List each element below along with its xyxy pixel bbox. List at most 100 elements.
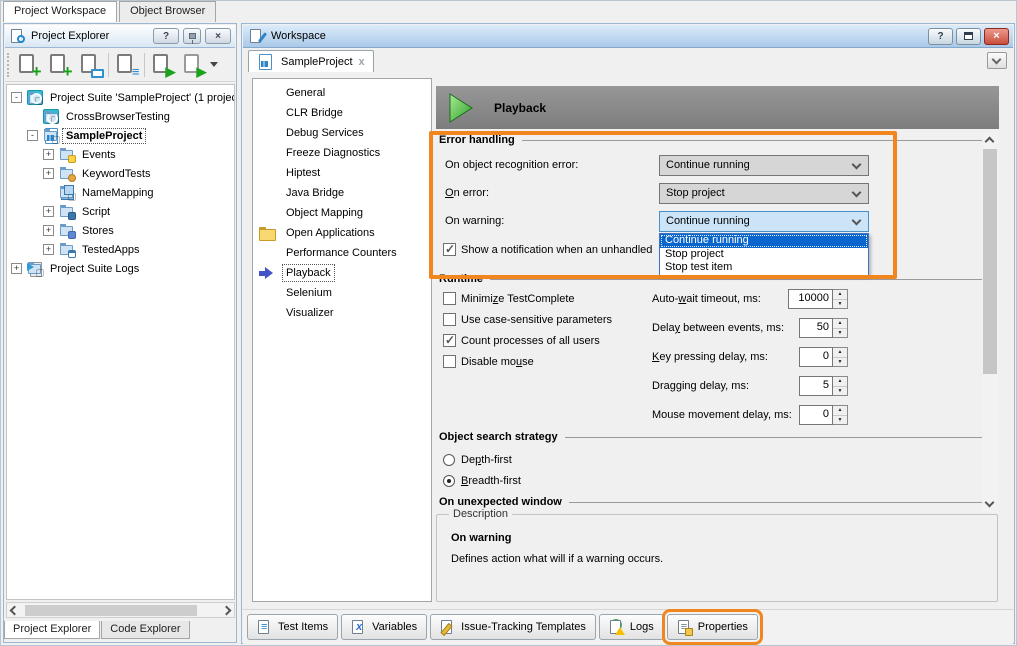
category-item[interactable]: Open Applications — [253, 223, 431, 243]
checkbox-row[interactable]: Disable mouse — [443, 355, 612, 368]
horizontal-scrollbar[interactable] — [6, 602, 235, 618]
on-warning-combobox[interactable]: Continue running — [659, 211, 869, 232]
tree-item[interactable]: + Project Suite Logs — [7, 259, 234, 278]
checkbox-row[interactable]: Use case-sensitive parameters — [443, 313, 612, 326]
category-item[interactable]: Freeze Diagnostics — [253, 143, 431, 163]
spin-down-icon[interactable]: ▼ — [833, 387, 847, 396]
category-item[interactable]: Playback — [253, 263, 431, 283]
tree-item[interactable]: - SampleProject — [7, 126, 234, 145]
spin-down-icon[interactable]: ▼ — [833, 300, 847, 309]
on-object-recognition-error-combobox[interactable]: Continue running — [659, 155, 869, 176]
spin-value-input[interactable]: 5 — [799, 376, 833, 396]
radio-button[interactable] — [443, 454, 455, 466]
checkbox-row[interactable]: Count processes of all users — [443, 334, 612, 347]
explorer-tab[interactable]: Project Explorer — [4, 621, 100, 639]
run-project-suite-button[interactable]: ▶ — [178, 50, 209, 80]
editor-tab[interactable]: Variables — [341, 614, 427, 640]
spinner-buttons[interactable]: ▲▼ — [833, 405, 848, 425]
pin-button[interactable] — [183, 28, 201, 44]
tree-expander[interactable]: + — [43, 149, 54, 160]
run-project-button[interactable]: ▶ — [147, 50, 178, 80]
category-item[interactable]: Selenium — [253, 283, 431, 303]
spin-up-icon[interactable]: ▲ — [833, 377, 847, 387]
spin-up-icon[interactable]: ▲ — [833, 290, 847, 300]
tab-close-icon[interactable]: x — [359, 56, 365, 68]
dropdown-option[interactable]: Stop project — [660, 248, 868, 262]
editor-tab[interactable]: Logs — [599, 614, 664, 640]
organize-test-items-button[interactable]: ≡ — [111, 50, 142, 80]
tree-expander[interactable]: + — [11, 263, 22, 274]
spin-up-icon[interactable]: ▲ — [833, 348, 847, 358]
checkbox[interactable] — [443, 313, 456, 326]
spin-value-input[interactable]: 50 — [799, 318, 833, 338]
spin-value-input[interactable]: 10000 — [788, 289, 833, 309]
help-button[interactable]: ? — [153, 28, 179, 44]
radio-row[interactable]: Depth-first — [443, 452, 521, 467]
scrollbar-thumb[interactable] — [25, 605, 197, 616]
spin-down-icon[interactable]: ▼ — [833, 416, 847, 425]
restore-button[interactable] — [956, 28, 981, 45]
toolbar-overflow-button[interactable] — [210, 62, 218, 67]
tree-expander[interactable]: - — [27, 130, 38, 141]
tree-expander[interactable]: + — [43, 168, 54, 179]
editor-tab[interactable]: Test Items — [247, 614, 338, 640]
open-item-button[interactable] — [75, 50, 106, 80]
sampleproject-tab[interactable]: SampleProject x — [248, 50, 374, 72]
tree-item[interactable]: + Stores — [7, 221, 234, 240]
tab-list-dropdown-button[interactable] — [987, 52, 1007, 69]
spin-up-icon[interactable]: ▲ — [833, 406, 847, 416]
dropdown-option[interactable]: Stop test item — [660, 261, 868, 275]
checkbox[interactable] — [443, 292, 456, 305]
category-item[interactable]: Hiptest — [253, 163, 431, 183]
document-tab[interactable]: Project Workspace — [3, 1, 117, 22]
checkbox[interactable] — [443, 334, 456, 347]
spin-value-input[interactable]: 0 — [799, 347, 833, 367]
tree-item[interactable]: + KeywordTests — [7, 164, 234, 183]
help-button[interactable]: ? — [928, 28, 953, 45]
scroll-left-icon[interactable] — [10, 606, 20, 616]
spin-up-icon[interactable]: ▲ — [833, 319, 847, 329]
category-item[interactable]: Performance Counters — [253, 243, 431, 263]
new-project-suite-button[interactable]: + — [13, 50, 44, 80]
scroll-down-button[interactable] — [982, 497, 998, 512]
category-item[interactable]: Visualizer — [253, 303, 431, 323]
tree-expander[interactable]: - — [11, 92, 22, 103]
category-item[interactable]: Object Mapping — [253, 203, 431, 223]
editor-tab[interactable]: Issue-Tracking Templates — [430, 614, 596, 640]
scrollbar-thumb[interactable] — [983, 149, 997, 374]
spinner-buttons[interactable]: ▲▼ — [833, 289, 848, 309]
tree-item[interactable]: - Project Suite 'SampleProject' (1 proje… — [7, 88, 234, 107]
checkbox[interactable] — [443, 355, 456, 368]
category-item[interactable]: Java Bridge — [253, 183, 431, 203]
editor-tab[interactable]: Properties — [667, 614, 758, 640]
spinner-buttons[interactable]: ▲▼ — [833, 347, 848, 367]
spin-down-icon[interactable]: ▼ — [833, 329, 847, 338]
spin-value-input[interactable]: 0 — [799, 405, 833, 425]
tree-expander[interactable]: + — [43, 225, 54, 236]
tree-item[interactable]: CrossBrowserTesting — [7, 107, 234, 126]
scroll-right-icon[interactable] — [222, 606, 232, 616]
close-button[interactable]: × — [984, 28, 1009, 45]
tree-expander[interactable]: + — [43, 244, 54, 255]
scroll-up-button[interactable] — [982, 132, 998, 147]
notification-checkbox-row[interactable]: Show a notification when an unhandled sc — [443, 243, 659, 256]
on-error-combobox[interactable]: Stop project — [659, 183, 869, 204]
dropdown-option[interactable]: Continue running — [660, 234, 868, 248]
tree-item[interactable]: + TestedApps — [7, 240, 234, 259]
radio-button[interactable] — [443, 475, 455, 487]
radio-row[interactable]: Breadth-first — [443, 473, 521, 488]
spin-down-icon[interactable]: ▼ — [833, 358, 847, 367]
spinner-buttons[interactable]: ▲▼ — [833, 376, 848, 396]
tree-item[interactable]: NameMapping — [7, 183, 234, 202]
vertical-scrollbar[interactable] — [982, 132, 998, 512]
explorer-tab[interactable]: Code Explorer — [101, 621, 189, 639]
checkbox[interactable] — [443, 243, 456, 256]
tree-item[interactable]: + Script — [7, 202, 234, 221]
checkbox-row[interactable]: Minimize TestComplete — [443, 292, 612, 305]
spinner-buttons[interactable]: ▲▼ — [833, 318, 848, 338]
tree-item[interactable]: + Events — [7, 145, 234, 164]
category-item[interactable]: CLR Bridge — [253, 103, 431, 123]
document-tab[interactable]: Object Browser — [119, 1, 216, 22]
category-item[interactable]: Debug Services — [253, 123, 431, 143]
tree-expander[interactable]: + — [43, 206, 54, 217]
